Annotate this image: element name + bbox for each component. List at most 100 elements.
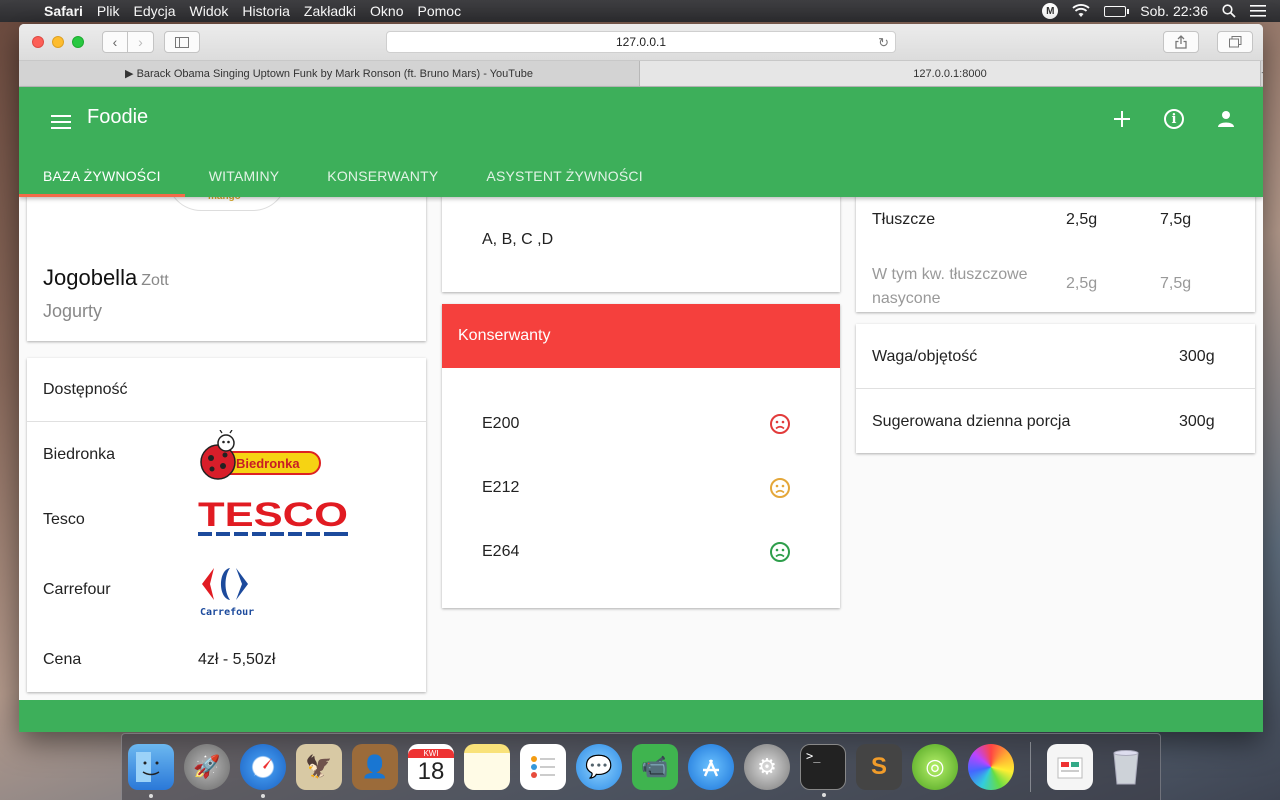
menu-okno[interactable]: Okno [366,3,413,19]
limechat-lime-icon[interactable]: ◎ [912,744,958,790]
preservatives-title: Konserwanty [442,304,840,368]
preservative-code-e264[interactable]: E264 [482,543,519,561]
contacts-book-icon[interactable]: 👤 [352,744,398,790]
biedronka-logo: Biedronka [198,429,323,487]
wifi-icon[interactable] [1072,4,1090,18]
nutrition-label-fat: Tłuszcze [872,211,936,228]
share-icon [1175,35,1187,49]
divider [856,388,1255,389]
photos-flower-icon[interactable] [968,744,1014,790]
address-bar[interactable]: 127.0.0.1 ↻ [386,31,896,53]
app-store-icon[interactable] [688,744,734,790]
safari-compass-icon[interactable] [240,744,286,798]
terminal-icon[interactable]: >_ [800,744,846,797]
person-icon [1218,111,1234,127]
downloads-stack-icon[interactable] [1047,744,1093,790]
sad-face-icon[interactable] [769,413,791,435]
menu-plik[interactable]: Plik [93,3,130,19]
calendar-month: KWI [408,748,454,758]
tabs-icon [1228,36,1241,48]
plus-icon [1114,111,1130,127]
facetime-camera-icon[interactable]: 📹 [632,744,678,790]
add-button[interactable] [1109,107,1135,131]
chevron-left-icon: ‹ [112,34,118,50]
trash-icon[interactable] [1103,744,1149,790]
portion-card: Waga/objętość 300g Sugerowana dzienna po… [856,324,1255,453]
nutrition-fat-per100: 2,5g [1066,211,1098,228]
safari-window: ‹ › 127.0.0.1 ↻ ▶ Barack Obama Singing U… [19,24,1263,732]
tab-baza-zywnosci[interactable]: BAZA ŻYWNOŚCI [19,158,185,197]
dock-separator [1030,742,1031,792]
tab-witaminy[interactable]: WITAMINY [185,158,304,194]
vitamins-list: A, B, C ,D [482,231,554,248]
hamburger-menu-icon[interactable] [51,110,71,136]
reload-icon[interactable]: ↻ [878,35,889,51]
finder-icon[interactable] [128,744,174,798]
nutrition-fat-portion: 7,5g [1160,211,1192,228]
preservative-code-e212[interactable]: E212 [482,479,519,497]
running-indicator [261,794,265,798]
product-category: Jogurty [43,301,103,321]
nutrition-saturated-portion: 7,5g [1160,275,1192,292]
close-window-button[interactable] [32,36,44,48]
macos-menubar: Safari Plik Edycja Widok Historia Zakład… [0,0,1280,22]
preservative-code-e200[interactable]: E200 [482,415,519,433]
share-button[interactable] [1163,31,1199,53]
sad-face-icon[interactable] [769,477,791,499]
browser-tab-localhost[interactable]: 127.0.0.1:8000 [640,61,1261,86]
menu-historia[interactable]: Historia [238,3,299,19]
store-name-tesco: Tesco [43,511,85,528]
tabs-overview-button[interactable] [1217,31,1253,53]
zoom-window-button[interactable] [72,36,84,48]
list-menu-icon[interactable] [1250,5,1266,17]
info-button[interactable]: i [1161,107,1187,131]
tab-konserwanty[interactable]: KONSERWANTY [303,158,462,194]
browser-tab-youtube[interactable]: ▶ Barack Obama Singing Uptown Funk by Ma… [19,61,640,86]
launchpad-rocket-icon[interactable]: 🚀 [184,744,230,790]
messages-bubble-icon[interactable]: 💬 [576,744,622,790]
back-button[interactable]: ‹ [102,31,128,53]
sublime-text-icon[interactable]: S [856,744,902,790]
menu-widok[interactable]: Widok [186,3,239,19]
product-name: Jogobella Zott [43,265,169,291]
app-footer [19,700,1263,732]
nutrition-label-saturated: W tym kw. tłuszczowe nasycone [872,266,1028,307]
product-card: mango JogobellaZott Jogurty [27,197,426,341]
sad-face-icon[interactable] [769,541,791,563]
running-indicator [149,794,153,798]
notes-icon[interactable] [464,744,510,790]
tab-asystent-zywnosci[interactable]: ASYSTENT ŻYWNOŚCI [462,158,666,194]
menu-pomoc[interactable]: Pomoc [414,3,472,19]
availability-title: Dostępność [27,358,426,422]
new-tab-button[interactable]: + [1261,61,1263,86]
sidebar-toggle-button[interactable] [164,31,200,53]
system-preferences-gear-icon[interactable]: ⚙ [744,744,790,790]
minimize-window-button[interactable] [52,36,64,48]
status-m-icon[interactable]: M [1042,3,1059,19]
nutrition-saturated-per100: 2,5g [1066,275,1098,292]
daily-portion-value: 300g [1179,413,1215,430]
browser-toolbar: ‹ › 127.0.0.1 ↻ [19,24,1263,61]
product-brand: Zott [141,272,169,289]
weight-value: 300g [1179,348,1215,365]
search-icon[interactable] [1222,4,1236,18]
forward-button[interactable]: › [128,31,154,53]
reminders-list-icon[interactable] [520,744,566,790]
clock[interactable]: Sob. 22:36 [1140,3,1208,19]
calendar-icon[interactable]: KWI 18 [408,744,454,790]
tesco-logo: TESCO [198,496,350,545]
chevron-right-icon: › [138,34,143,50]
account-button[interactable] [1213,107,1239,131]
mail-stamp-icon[interactable]: 🦅 [296,744,342,790]
running-indicator [822,793,826,797]
weight-label: Waga/objętość [872,348,978,365]
vitamins-card: A, B, C ,D [442,197,840,292]
sidebar-icon [175,36,189,48]
menu-edycja[interactable]: Edycja [129,3,185,19]
battery-icon[interactable] [1104,5,1130,17]
product-title: Jogobella [43,265,138,290]
app-header: Foodie i BAZA ŻYWNOŚCI WITAMINY KONSERWA… [19,87,1263,197]
main-content[interactable]: mango JogobellaZott Jogurty Dostępność B… [19,197,1263,700]
menu-zakladki[interactable]: Zakładki [300,3,366,19]
menu-safari[interactable]: Safari [40,3,93,19]
